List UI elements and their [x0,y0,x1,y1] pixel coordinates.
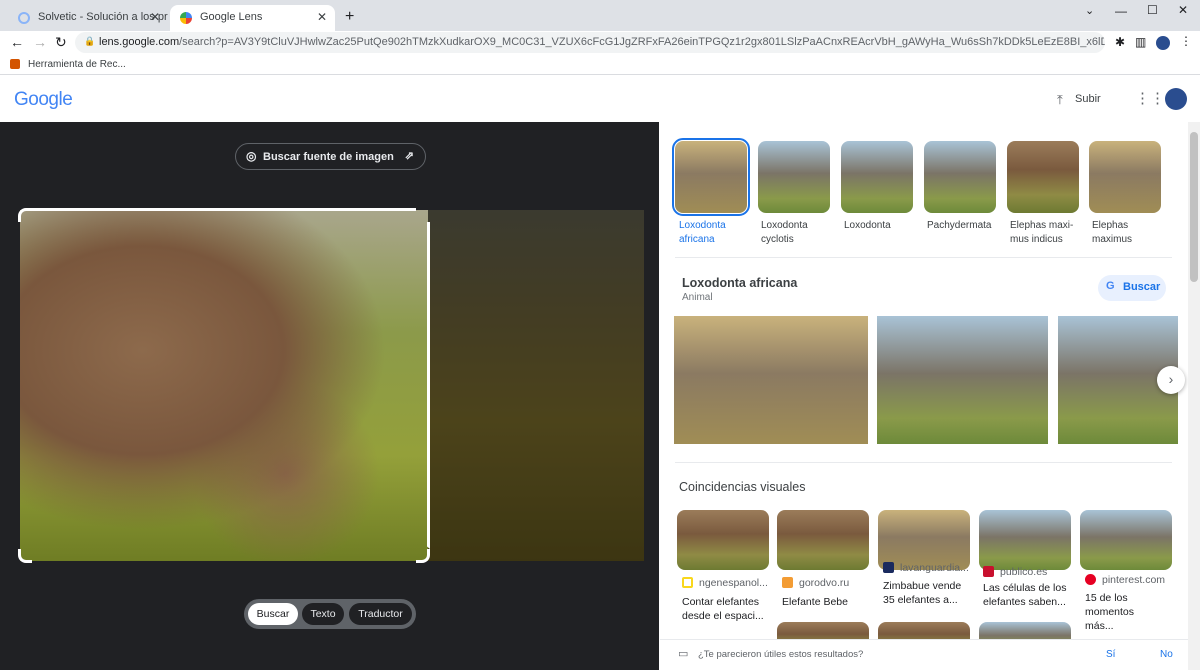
entity-thumb[interactable] [1007,141,1079,213]
lock-icon: 🔒 [84,36,96,46]
forward-button[interactable]: → [33,34,47,50]
entity-thumb[interactable] [758,141,830,213]
entity-thumb[interactable] [924,141,996,213]
source-name: publico.es [1000,566,1048,578]
match-image[interactable] [979,510,1071,570]
match-source[interactable]: gorodvo.ru [782,577,849,589]
match-image[interactable] [777,510,869,570]
match-source[interactable]: publico.es [983,566,1047,578]
mode-search[interactable]: Buscar [248,603,298,625]
search-icon [18,12,30,24]
upload-icon: ⤒ [1057,92,1063,107]
tab-title: Solvetic - Solución a los problem [38,11,168,23]
site-icon [782,577,793,588]
match-title[interactable]: Las células de los elefantes saben... [983,581,1071,609]
knowledge-subtitle: Animal [682,292,713,303]
url-host: lens.google.com [99,36,180,48]
bookmark-item[interactable]: Herramienta de Rec... [28,59,126,70]
feedback-bar: ▭ ¿Te parecieron útiles estos resultados… [660,639,1188,670]
site-icon [682,577,693,588]
entity-label[interactable]: Elephas maximus [1092,219,1142,247]
feedback-icon: ▭ [678,648,689,660]
match-image[interactable] [677,510,769,570]
bookmark-icon [10,59,20,69]
divider [675,257,1172,258]
match-image[interactable] [878,510,970,570]
tab-solvetic[interactable]: Solvetic - Solución a los problem✕ [8,5,168,31]
source-name: lavanguardia... [900,562,969,574]
chevron-down-icon[interactable]: ⌄ [1085,4,1094,17]
divider [675,462,1172,463]
visual-matches-title: Coincidencias visuales [679,480,806,494]
match-title[interactable]: Contar elefantes desde el espaci... [682,595,774,623]
tab-bar: Solvetic - Solución a los problem✕ Googl… [0,0,1200,31]
match-source[interactable]: pinterest.com [1085,574,1165,586]
match-source[interactable]: lavanguardia... [883,562,969,574]
bookmarks-bar: Herramienta de Rec... [0,55,1200,75]
close-icon[interactable]: ✕ [317,10,327,24]
knowledge-image[interactable] [674,316,868,444]
entity-thumb[interactable] [1089,141,1161,213]
mode-text[interactable]: Texto [302,603,344,625]
scrollbar[interactable] [1188,122,1200,670]
knowledge-image[interactable] [877,316,1048,444]
extensions-icon[interactable]: ✱ [1115,35,1125,49]
button-label: Buscar fuente de imagen [263,151,394,163]
lens-icon: ◎ [246,149,257,163]
match-image[interactable] [1080,510,1172,570]
find-image-source-button[interactable]: ◎ Buscar fuente de imagen ⇗ [235,143,426,170]
close-icon[interactable]: ✕ [150,10,160,24]
next-arrow-button[interactable]: › [1157,366,1185,394]
scrollbar-thumb[interactable] [1190,132,1198,282]
entity-label[interactable]: Pachydermata [927,219,1007,233]
match-title[interactable]: Elefante Bebe [782,595,874,609]
entity-thumb[interactable] [841,141,913,213]
site-icon [983,566,994,577]
account-avatar[interactable] [1165,88,1187,110]
results-panel: Loxodonta africana Loxodonta cyclotis Lo… [660,122,1188,670]
mode-switcher: Buscar Texto Traductor [244,599,416,629]
google-g-icon: G [1106,280,1115,292]
button-label: Buscar [1123,281,1161,293]
feedback-yes[interactable]: Sí [1106,649,1115,660]
url-path: /search?p=AV3Y9tCluVJHwlwZac25PutQe902hT… [179,36,1105,48]
apps-icon[interactable]: ⋮⋮ [1135,89,1165,107]
reload-button[interactable]: ↻ [55,34,67,51]
source-name: gorodvo.ru [799,577,850,589]
menu-icon[interactable]: ⋮ [1180,34,1192,48]
knowledge-title: Loxodonta africana [682,276,798,290]
match-source[interactable]: ngenespanol... [682,577,768,589]
new-tab-button[interactable]: + [345,8,354,26]
minimize-button[interactable]: — [1115,4,1127,18]
pinterest-icon [1085,574,1096,585]
entity-label[interactable]: Loxodonta africana [679,219,759,247]
upload-button[interactable]: Subir [1075,93,1101,105]
external-link-icon: ⇗ [404,150,414,162]
lens-icon [180,12,192,24]
source-name: ngenespanol... [699,577,768,589]
back-button[interactable]: ← [10,34,24,50]
lens-header: Google ⤒ Subir ⋮⋮ [0,75,1200,122]
profile-avatar[interactable] [1156,36,1170,50]
match-title[interactable]: 15 de los momentos más... [1085,591,1165,633]
address-bar[interactable]: 🔒 lens.google.com/search?p=AV3Y9tCluVJHwl… [75,32,1105,53]
google-logo[interactable]: Google [14,89,73,111]
feedback-question: ¿Te parecieron útiles estos resultados? [698,649,864,660]
google-search-button[interactable]: G Buscar [1098,275,1166,301]
mode-translate[interactable]: Traductor [349,603,412,625]
entity-label[interactable]: Loxodonta [844,219,924,233]
site-icon [883,562,894,573]
entity-thumb[interactable] [672,138,750,216]
side-panel-icon[interactable]: ▥ [1135,35,1146,49]
tab-google-lens[interactable]: Google Lens ✕ [170,5,335,31]
tab-title: Google Lens [200,11,263,23]
entity-label[interactable]: Loxodonta cyclotis [761,219,841,247]
entity-label[interactable]: Elephas maxi-mus indicus [1010,219,1078,247]
source-name: pinterest.com [1102,574,1166,586]
feedback-no[interactable]: No [1160,649,1173,660]
image-panel: ◎ Buscar fuente de imagen ⇗ Buscar Texto T… [0,122,659,670]
close-window-button[interactable]: ✕ [1178,3,1188,17]
maximize-button[interactable]: ☐ [1147,3,1158,17]
match-title[interactable]: Zimbabue vende 35 elefantes a... [883,579,971,607]
